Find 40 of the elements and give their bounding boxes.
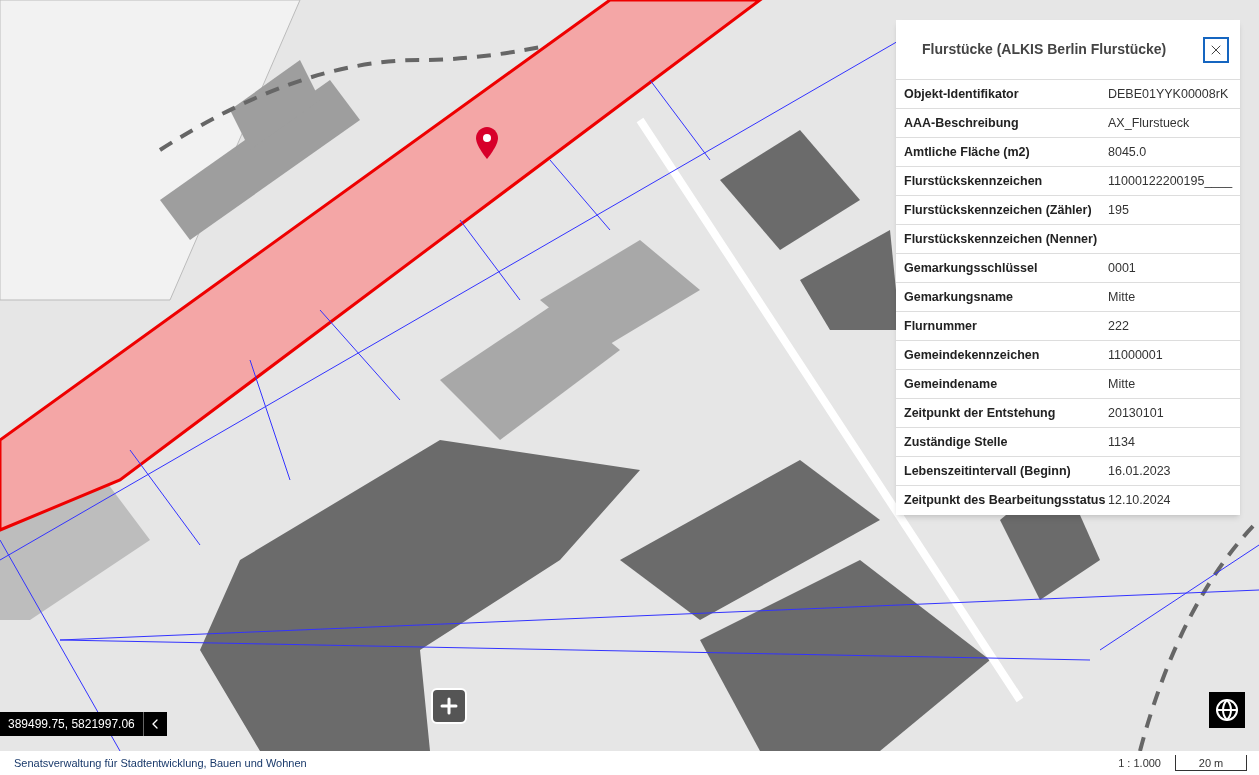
attribute-label: Flurnummer bbox=[903, 317, 978, 335]
map-marker-icon bbox=[476, 127, 498, 159]
attribute-label: Zeitpunkt der Entstehung bbox=[903, 404, 1057, 422]
attribute-label: AAA-Beschreibung bbox=[903, 114, 1020, 132]
attribute-label: Amtliche Fläche (m2) bbox=[903, 143, 1031, 161]
attribute-value: 11000001 bbox=[1108, 346, 1163, 364]
attribute-label: Lebenszeitintervall (Beginn) bbox=[903, 462, 1072, 480]
attribute-label: Zuständige Stelle bbox=[903, 433, 1009, 451]
globe-icon bbox=[1215, 698, 1239, 722]
attribute-label: Gemeindekennzeichen bbox=[903, 346, 1041, 364]
attribute-label: Gemeindename bbox=[903, 375, 999, 393]
attribute-label: Flurstückskennzeichen (Zähler) bbox=[903, 201, 1093, 219]
attribute-value: 16.01.2023 bbox=[1108, 462, 1171, 480]
attribute-label: Objekt-Identifikator bbox=[903, 85, 1020, 103]
attribute-value: 1134 bbox=[1108, 433, 1135, 451]
attribute-value: 195 bbox=[1108, 201, 1129, 219]
scale-bar: 20 m bbox=[1175, 755, 1247, 771]
attribution-text: Senatsverwaltung für Stadtentwicklung, Bauen und Wohnen bbox=[14, 755, 307, 771]
attribute-value: 11000122200195____ bbox=[1108, 172, 1233, 190]
attribute-value: Mitte bbox=[1108, 288, 1136, 306]
globe-button[interactable] bbox=[1209, 692, 1245, 728]
attribute-value: 0001 bbox=[1108, 259, 1136, 277]
attribute-value: DEBE01YYK00008rK bbox=[1108, 85, 1229, 103]
attribute-label: Flurstückskennzeichen bbox=[903, 172, 1044, 190]
attribute-value: 12.10.2024 bbox=[1108, 492, 1171, 510]
attribute-label: Flurstückskennzeichen (Nenner) bbox=[903, 230, 1099, 248]
attribute-value: 20130101 bbox=[1108, 404, 1164, 422]
hospital-marker-icon bbox=[431, 688, 467, 724]
coordinates-display: 389499.75, 5821997.06 bbox=[0, 712, 143, 736]
close-button[interactable] bbox=[1203, 36, 1229, 63]
attribute-value: 222 bbox=[1108, 317, 1129, 335]
attribute-label: Gemarkungsname bbox=[903, 288, 1015, 306]
attribute-label: Gemarkungsschlüssel bbox=[903, 259, 1039, 277]
attribute-value: AX_Flurstueck bbox=[1108, 114, 1190, 132]
collapse-button[interactable] bbox=[142, 712, 167, 736]
attribute-value: 8045.0 bbox=[1108, 143, 1147, 161]
scale-text: 1 : 1.000 bbox=[1118, 755, 1161, 771]
panel-title: Flurstücke (ALKIS Berlin Flurstücke) bbox=[922, 40, 1167, 59]
attribute-label: Zeitpunkt des Bearbeitungsstatus bbox=[903, 492, 1107, 510]
attribute-value: Mitte bbox=[1108, 375, 1136, 393]
